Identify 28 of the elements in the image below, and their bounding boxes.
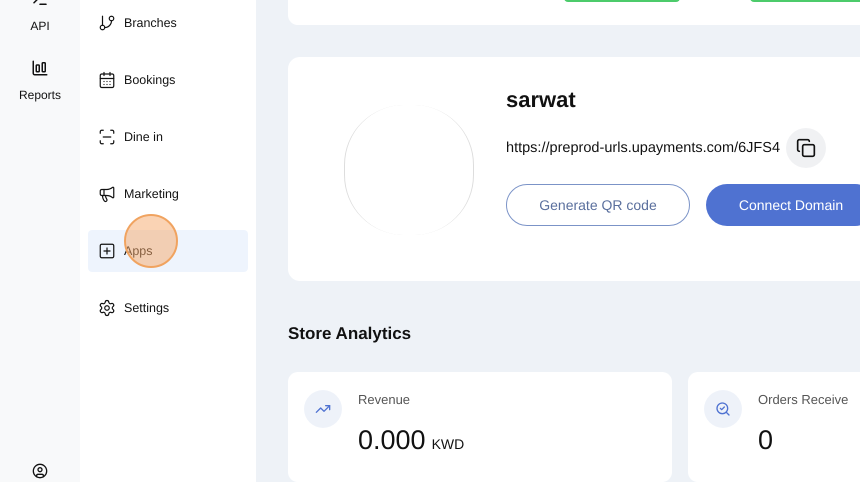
stat-value: 0: [758, 424, 774, 456]
stat-label: Revenue: [358, 391, 412, 409]
search-chart-icon: [715, 401, 731, 417]
add-app-icon: [98, 242, 116, 260]
copy-icon: [796, 138, 816, 158]
rail-label[interactable]: API: [30, 17, 50, 35]
megaphone-icon: [98, 185, 116, 203]
click-highlight: [124, 214, 178, 268]
store-url: https://preprod-urls.upayments.com/6JFS4: [506, 138, 780, 158]
stat-unit: KWD: [432, 434, 464, 454]
sidebar-item[interactable]: Marketing: [88, 173, 248, 215]
connect-button[interactable]: Connect Domain: [706, 184, 860, 226]
calendar-icon: [98, 71, 116, 89]
section-title: Store Analytics: [288, 322, 412, 344]
generate-button[interactable]: Generate QR code: [506, 184, 690, 226]
scan-icon: [98, 128, 116, 146]
bar-chart-icon[interactable]: [31, 59, 49, 77]
user-icon[interactable]: [32, 463, 48, 479]
branch-icon: [98, 14, 116, 32]
stat-value: 0.000: [358, 424, 426, 456]
sidebar-item[interactable]: Dine in: [88, 116, 248, 158]
rail-label[interactable]: Reports: [18, 86, 62, 104]
sidebar-item[interactable]: Branches: [88, 2, 248, 44]
sidebar-item[interactable]: Settings: [88, 287, 248, 329]
sidebar-item[interactable]: Bookings: [88, 59, 248, 101]
stat-label: Orders Receive: [758, 391, 848, 409]
settings-icon: [98, 299, 116, 317]
store-name: sarwat: [506, 86, 577, 114]
